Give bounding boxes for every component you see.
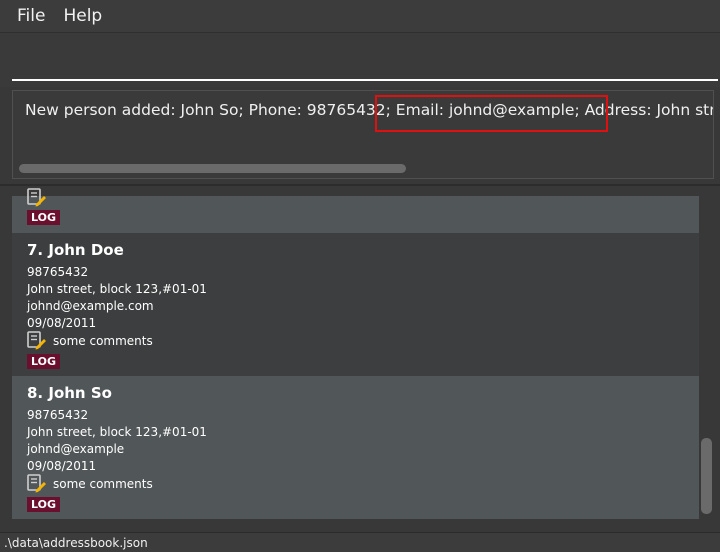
person-date: 09/08/2011 xyxy=(27,459,97,473)
person-comment: some comments xyxy=(53,476,153,491)
comment-row: some comments xyxy=(27,331,153,350)
person-address: John street, block 123,#01-01 xyxy=(27,425,207,439)
person-date: 09/08/2011 xyxy=(27,316,97,330)
save-location: .\data\addressbook.json xyxy=(4,536,148,550)
person-name: 8. John So xyxy=(27,384,112,402)
tag-badge: LOG xyxy=(27,354,60,369)
tag-badge: LOG xyxy=(27,210,60,225)
person-list: LOG 7. John Doe 98765432 John street, bl… xyxy=(0,184,720,526)
person-card-partial[interactable]: LOG xyxy=(12,188,699,233)
comment-row: some comments xyxy=(27,474,153,493)
person-card[interactable]: 7. John Doe 98765432 John street, block … xyxy=(12,233,699,376)
note-pencil-icon xyxy=(27,331,47,350)
list-vertical-scrollbar[interactable] xyxy=(701,438,712,514)
tag-badge: LOG xyxy=(27,497,60,512)
person-comment: some comments xyxy=(53,333,153,348)
result-text: New person added: John So; Phone: 987654… xyxy=(25,101,714,119)
person-email: johnd@example xyxy=(27,442,125,456)
menu-file[interactable]: File xyxy=(0,6,54,26)
person-email: johnd@example.com xyxy=(27,299,154,313)
command-box-area xyxy=(0,32,720,88)
menu-bar: File Help xyxy=(0,0,720,32)
person-phone: 98765432 xyxy=(27,265,89,279)
person-address: John street, block 123,#01-01 xyxy=(27,282,207,296)
note-pencil-icon xyxy=(27,474,47,493)
status-bar: .\data\addressbook.json xyxy=(0,532,720,552)
email-highlight-annotation xyxy=(375,95,608,132)
person-phone: 98765432 xyxy=(27,408,89,422)
menu-help[interactable]: Help xyxy=(54,6,111,26)
command-input[interactable] xyxy=(12,41,718,81)
result-horizontal-scrollbar[interactable] xyxy=(19,164,406,173)
note-pencil-icon xyxy=(27,188,47,207)
person-name: 7. John Doe xyxy=(27,241,124,259)
person-card-selected[interactable]: 8. John So 98765432 John street, block 1… xyxy=(12,376,699,519)
